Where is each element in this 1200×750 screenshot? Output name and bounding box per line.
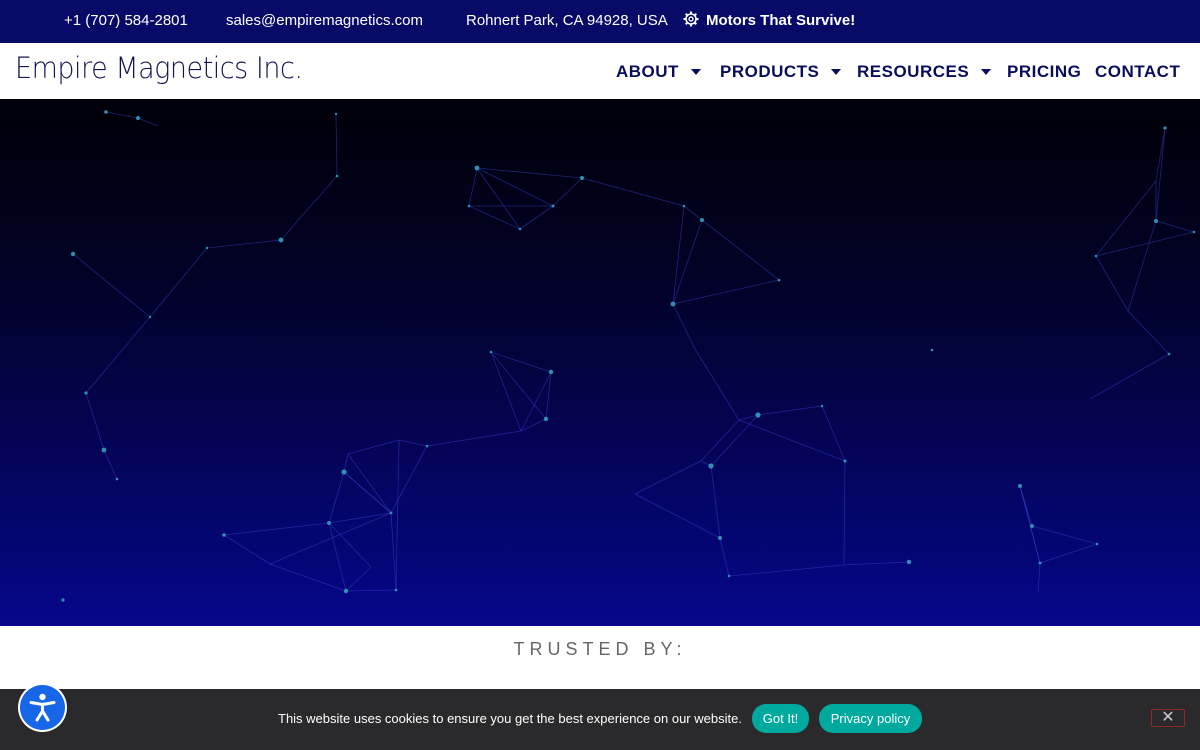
chevron-down-icon [981, 68, 992, 75]
nav-resources[interactable]: RESOURCES [857, 62, 992, 82]
nav-products-label: PRODUCTS [720, 62, 820, 81]
nav-resources-label: RESOURCES [857, 62, 970, 81]
cookie-accept-button[interactable]: Got It! [752, 704, 809, 733]
nav-products[interactable]: PRODUCTS [720, 62, 842, 82]
tagline-text: Motors That Survive! [706, 12, 856, 29]
top-info-bar: +1 (707) 584-2801 sales@empiremagnetics.… [0, 0, 1200, 43]
cookie-banner: This website uses cookies to ensure you … [0, 689, 1200, 750]
nav-pricing[interactable]: PRICING [1007, 62, 1081, 82]
nav-pricing-label: PRICING [1007, 62, 1082, 81]
trusted-by-heading: TRUSTED BY: [513, 639, 687, 659]
chevron-down-icon [690, 68, 701, 75]
privacy-policy-button[interactable]: Privacy policy [819, 704, 922, 733]
hero-banner [0, 99, 1200, 626]
nav-about[interactable]: ABOUT [616, 62, 701, 82]
close-icon[interactable]: ✕ [1151, 709, 1185, 727]
accessibility-icon [29, 693, 56, 722]
site-logo[interactable]: Empire Magnetics Inc. [15, 51, 303, 85]
email-link[interactable]: sales@empiremagnetics.com [226, 12, 423, 29]
particle-network [61, 110, 1196, 602]
nav-contact[interactable]: CONTACT [1095, 62, 1180, 82]
cookie-message: This website uses cookies to ensure you … [278, 711, 742, 726]
chevron-down-icon [831, 68, 842, 75]
accessibility-button[interactable] [20, 685, 65, 730]
phone-link[interactable]: +1 (707) 584-2801 [64, 12, 188, 29]
gear-icon [683, 11, 699, 29]
location-text: Rohnert Park, CA 94928, USA [466, 12, 668, 29]
nav-about-label: ABOUT [616, 62, 679, 81]
nav-contact-label: CONTACT [1095, 62, 1181, 81]
site-header: Empire Magnetics Inc. ABOUT PRODUCTS RES… [0, 43, 1200, 99]
